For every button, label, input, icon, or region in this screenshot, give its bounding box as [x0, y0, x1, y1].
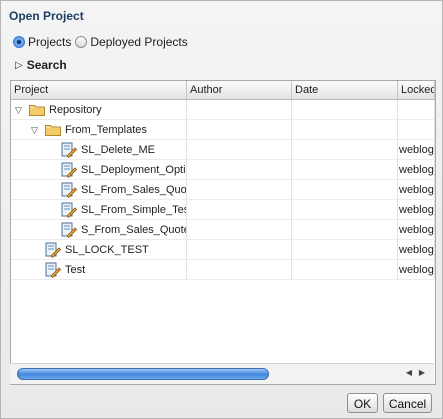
column-header-locked[interactable]: Locked	[398, 81, 435, 99]
radio-projects[interactable]	[13, 36, 25, 48]
column-header-date[interactable]: Date	[292, 81, 398, 99]
scroll-right-icon[interactable]: ▶	[417, 367, 427, 379]
date-cell	[292, 200, 398, 220]
open-project-dialog: Open Project Projects Deployed Projects …	[0, 0, 443, 419]
expand-triangle-icon[interactable]: ▽	[31, 120, 38, 139]
locked-cell: weblog	[398, 200, 435, 220]
project-icon	[45, 242, 61, 258]
project-icon	[61, 162, 77, 178]
table-row[interactable]: SL_LOCK_TEST weblog	[11, 240, 435, 260]
date-cell	[292, 180, 398, 200]
locked-cell: weblog	[398, 240, 435, 260]
column-header-author[interactable]: Author	[187, 81, 292, 99]
search-section-toggle[interactable]: ▷ Search	[15, 58, 67, 72]
date-cell	[292, 160, 398, 180]
ok-button[interactable]: OK	[347, 393, 378, 413]
date-cell	[292, 100, 398, 120]
project-icon	[61, 142, 77, 158]
author-cell	[187, 220, 292, 240]
locked-cell: weblog	[398, 160, 435, 180]
search-label: Search	[26, 58, 67, 72]
table-row[interactable]: SL_From_Simple_Tes weblog	[11, 200, 435, 220]
scroll-left-icon[interactable]: ◀	[404, 367, 414, 379]
table-header: Project Author Date Locked	[11, 81, 435, 100]
disclosure-triangle-icon: ▷	[15, 59, 23, 71]
table-row[interactable]: SL_From_Sales_Quot weblog	[11, 180, 435, 200]
project-name: SL_From_Simple_Tes	[81, 204, 187, 216]
project-icon	[61, 182, 77, 198]
folder-icon	[29, 105, 45, 116]
project-name: Test	[65, 264, 86, 276]
locked-cell: weblog	[398, 140, 435, 160]
project-name: SL_Delete_ME	[81, 144, 155, 156]
table-row[interactable]: ▽ Repository	[11, 100, 435, 120]
project-cell: SL_Delete_ME	[11, 140, 187, 160]
project-name: SL_LOCK_TEST	[65, 244, 149, 256]
dialog-title: Open Project	[9, 9, 84, 23]
date-cell	[292, 120, 398, 140]
cancel-button[interactable]: Cancel	[383, 393, 432, 413]
radio-deployed-projects[interactable]	[75, 36, 88, 48]
column-header-project[interactable]: Project	[11, 81, 187, 99]
project-cell: SL_LOCK_TEST	[11, 240, 187, 260]
project-name: SL_From_Sales_Quot	[81, 184, 187, 196]
date-cell	[292, 260, 398, 280]
table-row[interactable]: Test weblog	[11, 260, 435, 280]
project-cell: SL_Deployment_Optic	[11, 160, 187, 180]
date-cell	[292, 140, 398, 160]
project-table: Project Author Date Locked ▽ Repository …	[10, 80, 436, 385]
table-row[interactable]: S_From_Sales_Quote weblog	[11, 220, 435, 240]
author-cell	[187, 240, 292, 260]
table-row[interactable]: ▽ From_Templates	[11, 120, 435, 140]
project-cell: ▽ Repository	[11, 100, 187, 120]
project-icon	[61, 222, 77, 238]
locked-cell: weblog	[398, 260, 435, 280]
project-name: S_From_Sales_Quote	[81, 224, 187, 236]
scrollbar-thumb[interactable]	[17, 368, 269, 380]
locked-cell	[398, 100, 435, 120]
author-cell	[187, 120, 292, 140]
horizontal-scrollbar[interactable]: ◀ ▶	[10, 363, 434, 384]
project-name: From_Templates	[65, 124, 147, 136]
radio-deployed-projects-label[interactable]: Deployed Projects	[90, 35, 187, 49]
project-icon	[45, 262, 61, 278]
table-row[interactable]: SL_Delete_ME weblog	[11, 140, 435, 160]
author-cell	[187, 200, 292, 220]
project-cell: ▽ From_Templates	[11, 120, 187, 140]
project-cell: Test	[11, 260, 187, 280]
expand-triangle-icon[interactable]: ▽	[15, 100, 22, 119]
project-cell: SL_From_Simple_Tes	[11, 200, 187, 220]
author-cell	[187, 160, 292, 180]
project-name: Repository	[49, 104, 102, 116]
author-cell	[187, 100, 292, 120]
project-cell: SL_From_Sales_Quot	[11, 180, 187, 200]
date-cell	[292, 220, 398, 240]
date-cell	[292, 240, 398, 260]
locked-cell	[398, 120, 435, 140]
author-cell	[187, 260, 292, 280]
author-cell	[187, 180, 292, 200]
project-name: SL_Deployment_Optic	[81, 164, 187, 176]
author-cell	[187, 140, 292, 160]
mode-radio-group: Projects Deployed Projects	[13, 35, 192, 49]
folder-icon	[45, 125, 61, 136]
project-cell: S_From_Sales_Quote	[11, 220, 187, 240]
table-row[interactable]: SL_Deployment_Optic weblog	[11, 160, 435, 180]
locked-cell: weblog	[398, 220, 435, 240]
radio-projects-label[interactable]: Projects	[28, 35, 71, 49]
project-icon	[61, 202, 77, 218]
locked-cell: weblog	[398, 180, 435, 200]
